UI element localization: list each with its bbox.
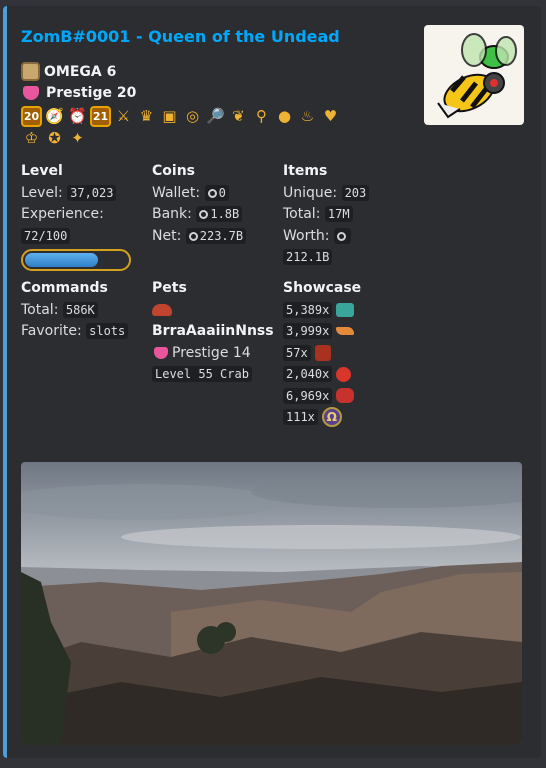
wallet-label: Wallet: [152, 184, 201, 201]
level-value: 37,023 [67, 184, 117, 201]
dragon-icon [314, 344, 331, 361]
experience-progress-bar [21, 249, 131, 271]
unique-label: Unique: [283, 184, 338, 201]
coin-icon [336, 231, 346, 241]
net-value: 223.7B [199, 228, 244, 243]
items-heading: Items [283, 163, 328, 179]
apple-icon: ● [277, 107, 292, 125]
tomato-icon [336, 366, 352, 382]
experience-value: 72/100 [21, 227, 71, 244]
prestige-label: Prestige 20 [46, 85, 137, 101]
experience-progress-fill [25, 253, 99, 267]
showcase-item: 6,969x [283, 386, 361, 408]
trophy-pot-icon: ♔ [24, 129, 39, 147]
chest-icon: ▣ [162, 107, 177, 125]
showcase-item: 5,389x [283, 300, 361, 322]
treasure-chest-icon [336, 302, 355, 317]
total-value: 17M [324, 206, 353, 222]
coin-icon [207, 188, 217, 198]
alarm-icon: ⏰ [68, 107, 87, 125]
pet-level: Level 55 Crab [152, 366, 252, 382]
bank-label: Bank: [152, 206, 192, 222]
prestige-row: Prestige 20 [21, 85, 136, 101]
badges-row-2: ♔ ✪ ✦ [21, 128, 88, 149]
showcase-count: 5,389x [283, 301, 333, 318]
showcase-count: 3,999x [283, 323, 333, 339]
level-section: Level Level: 37,023 Experience: 72/100 [21, 161, 131, 271]
rocket-icon: ✦ [71, 129, 84, 147]
worth-label: Worth: [283, 227, 330, 244]
pizza-icon [336, 327, 355, 335]
pet-prestige: Prestige 14 [172, 344, 251, 361]
showcase-item: 2,040x [283, 364, 361, 386]
lens-icon: ⚲ [256, 107, 267, 125]
coins-heading: Coins [152, 163, 195, 179]
items-section: Items Unique: 203 Total: 17M Worth: 212.… [283, 161, 370, 269]
crab-icon [152, 303, 172, 316]
omega-coin-icon: Ω [321, 407, 342, 427]
coins-section: Coins Wallet: 0 Bank: 1.8B Net: 223.7B [152, 161, 247, 247]
compass-2-icon: ✪ [48, 129, 61, 147]
badges-row-1: 20 🧭 ⏰ 21 ⚔ ♛ ▣ ◎ 🔎 ❦ ⚲ ● ♨ ♥ [21, 106, 341, 127]
showcase-item: 3,999x [283, 321, 361, 343]
unique-value: 203 [341, 184, 370, 201]
hearts-icon: ❦ [232, 107, 245, 125]
prestige-icon [154, 346, 168, 359]
pet-name: BrraAaaiinNnss [152, 323, 274, 339]
pets-heading: Pets [152, 280, 187, 296]
favorite-value: slots [86, 323, 129, 339]
showcase-count: 6,969x [283, 387, 333, 404]
commands-heading: Commands [21, 280, 108, 296]
net-label: Net: [152, 227, 182, 244]
rank-row: OMEGA 6 [21, 62, 116, 81]
grand-canyon-image[interactable] [21, 462, 522, 745]
worth-value: 212.1B [283, 249, 333, 265]
swords-icon: ⚔ [116, 107, 131, 125]
profile-embed: ZomB#0001 - Queen of the Undead OMEGA 6 … [3, 6, 541, 758]
coin-swirl-icon: ◎ [185, 107, 200, 125]
heart-badge-icon: ♥ [323, 107, 338, 125]
showcase-heading: Showcase [283, 280, 362, 296]
rank-label: OMEGA 6 [44, 63, 117, 80]
magnifier-icon: 🔎 [206, 107, 225, 125]
coin-icon [199, 210, 209, 219]
pets-section: Pets BrraAaaiinNnss Prestige 14 Level 55… [152, 278, 274, 386]
level-heading: Level [21, 163, 63, 179]
showcase-section: Showcase 5,389x 3,999x 57x 2,040x 6,969x… [283, 278, 361, 429]
omega-badge-icon [21, 62, 40, 81]
badge-21-icon: 21 [90, 106, 111, 127]
coin-icon [188, 231, 198, 241]
total-label: Total: [283, 206, 321, 222]
bee-thumbnail [424, 25, 524, 125]
favorite-label: Favorite: [21, 323, 82, 339]
money-bag-icon: ♨ [300, 107, 315, 125]
embed-title[interactable]: ZomB#0001 - Queen of the Undead [21, 27, 340, 46]
embed-accent-bar [3, 6, 7, 758]
showcase-item: 111x Ω [283, 407, 361, 429]
compass-icon: 🧭 [45, 107, 64, 125]
commands-section: Commands Total: 586K Favorite: slots [21, 278, 129, 343]
showcase-count: 111x [283, 409, 318, 425]
crown-icon: ♛ [139, 107, 154, 125]
experience-label: Experience: [21, 206, 104, 222]
commands-total-value: 586K [62, 301, 98, 318]
commands-total-label: Total: [21, 301, 59, 318]
bank-value: 1.8B [210, 207, 240, 221]
prestige-icon [23, 86, 39, 100]
showcase-item: 57x [283, 343, 361, 365]
showcase-count: 2,040x [283, 366, 333, 382]
badge-20-icon: 20 [21, 106, 42, 127]
showcase-count: 57x [283, 344, 311, 361]
level-label: Level: [21, 184, 63, 201]
rose-icon [336, 388, 355, 403]
wallet-value: 0 [218, 185, 226, 200]
